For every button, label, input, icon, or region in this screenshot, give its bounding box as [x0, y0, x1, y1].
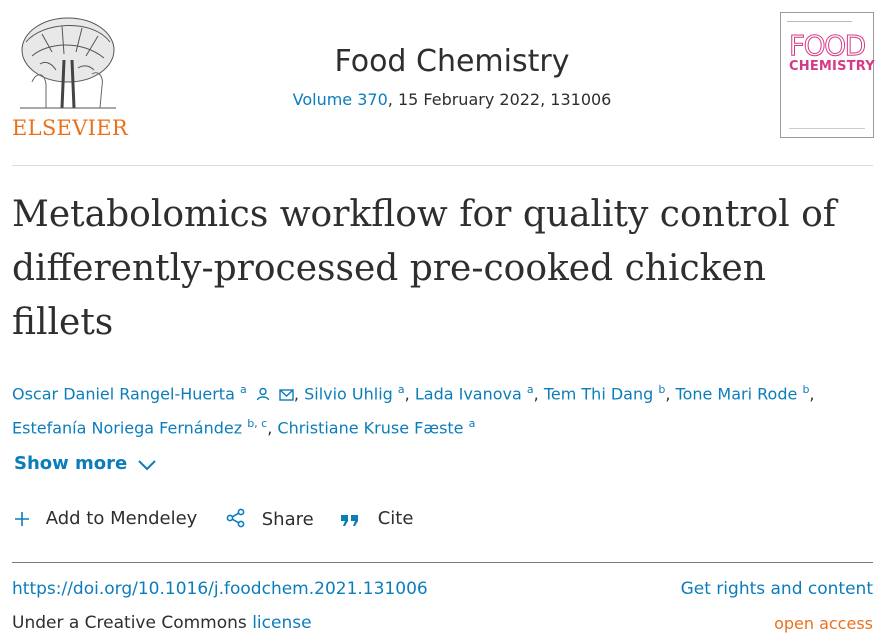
cover-divider — [789, 128, 865, 129]
share-button[interactable]: Share — [226, 508, 314, 530]
author-separator: , — [404, 384, 415, 404]
author-separator: , — [809, 384, 815, 404]
journal-cover-thumbnail[interactable]: ━━━━━━━━━━━━━━━━━━━━━━━━━━━ FOOD CHEMIST… — [780, 12, 875, 138]
elsevier-logo[interactable]: ELSEVIER — [12, 12, 128, 140]
journal-title[interactable]: Food Chemistry — [252, 44, 652, 79]
author-link[interactable]: Lada Ivanova — [415, 384, 522, 403]
license-link[interactable]: license — [252, 613, 311, 633]
affiliation-marker[interactable]: b, c — [247, 417, 267, 430]
add-to-mendeley-button[interactable]: Add to Mendeley — [14, 508, 197, 529]
get-rights-link[interactable]: Get rights and content — [681, 579, 873, 599]
affiliation-marker[interactable]: a — [398, 383, 405, 396]
author-link[interactable]: Silvio Uhlig — [304, 384, 393, 403]
quote-icon — [341, 515, 358, 526]
elsevier-tree-icon — [20, 17, 116, 109]
open-access-badge: open access — [774, 614, 873, 633]
license-notice: Under a Creative Commons license — [12, 613, 312, 633]
email-icon[interactable] — [279, 389, 294, 402]
author-link[interactable]: Tone Mari Rode — [676, 384, 798, 403]
journal-issue-info: Volume 370, 15 February 2022, 131006 — [252, 90, 652, 109]
author-separator: , — [533, 384, 544, 404]
plus-icon — [15, 512, 29, 526]
footer-divider — [12, 562, 873, 563]
issue-date-page: , 15 February 2022, 131006 — [387, 90, 612, 109]
mendeley-label: Add to Mendeley — [45, 508, 198, 529]
affiliation-marker[interactable]: a — [527, 383, 534, 396]
header-divider — [12, 165, 873, 166]
show-more-button[interactable]: Show more — [14, 453, 157, 474]
author-link[interactable]: Estefanía Noriega Fernández — [12, 419, 242, 438]
author-list: Oscar Daniel Rangel-Huerta a , Silvio Uh… — [12, 375, 872, 444]
cover-masthead-lines: ━━━━━━━━━━━━━━━━━━━━━━━━━━━ — [787, 19, 853, 24]
license-prefix: Under a Creative Commons — [12, 613, 253, 633]
author-link[interactable]: Tem Thi Dang — [544, 384, 653, 403]
cover-title-food: FOOD — [789, 29, 867, 63]
affiliation-marker[interactable]: a — [240, 383, 247, 396]
share-icon — [226, 508, 245, 528]
chevron-down-icon — [138, 460, 156, 471]
author-separator: , — [293, 384, 305, 404]
show-more-label: Show more — [14, 453, 128, 474]
volume-link[interactable]: Volume 370 — [293, 90, 388, 109]
doi-link[interactable]: https://doi.org/10.1016/j.foodchem.2021.… — [12, 579, 428, 599]
elsevier-wordmark: ELSEVIER — [12, 116, 128, 140]
author-separator: , — [267, 418, 278, 438]
article-title: Metabolomics workflow for quality contro… — [12, 194, 837, 343]
cover-title-chemistry: CHEMISTRY — [789, 59, 875, 74]
affiliation-marker[interactable]: a — [469, 417, 476, 430]
cite-label: Cite — [377, 508, 414, 529]
author-separator: , — [665, 384, 676, 404]
person-icon[interactable] — [256, 387, 270, 401]
share-label: Share — [261, 509, 314, 530]
author-link[interactable]: Christiane Kruse Fæste — [277, 419, 463, 438]
cite-button[interactable]: Cite — [340, 508, 413, 529]
author-link[interactable]: Oscar Daniel Rangel-Huerta — [12, 384, 235, 403]
